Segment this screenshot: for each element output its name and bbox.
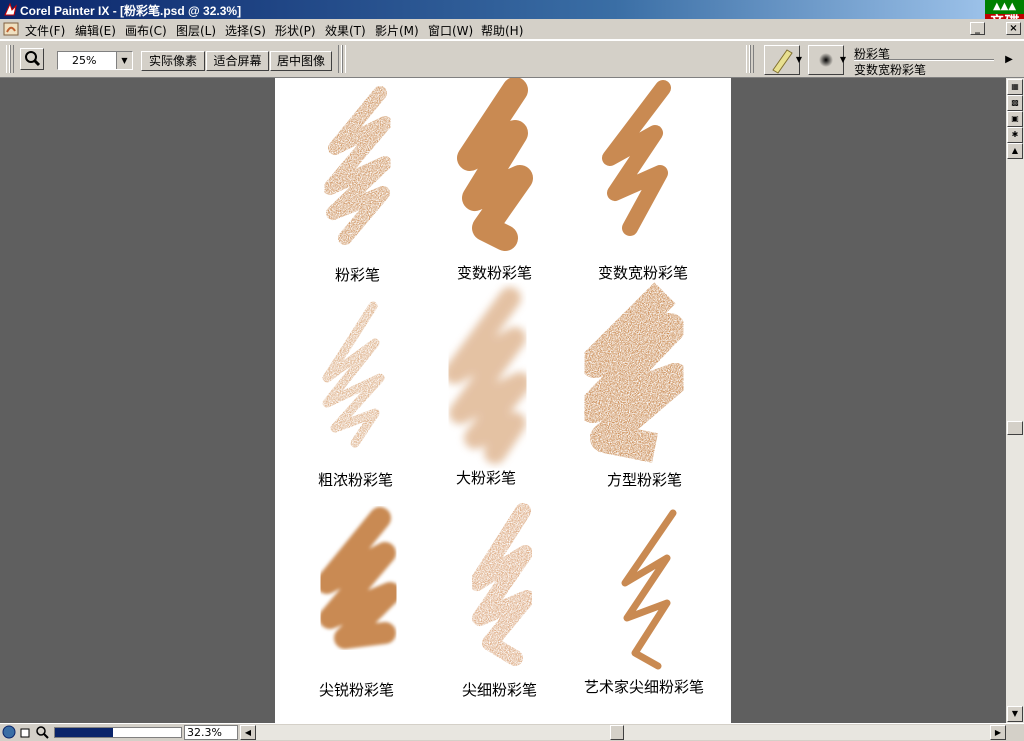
toolbar-grip[interactable]	[6, 45, 14, 73]
fit-screen-button[interactable]: 适合屏幕	[206, 51, 269, 71]
menu-help[interactable]: 帮助(H)	[481, 22, 523, 39]
menu-shapes[interactable]: 形状(P)	[275, 22, 316, 39]
doc-minimize-button[interactable]: _	[970, 22, 985, 35]
label-variable-pastel: 变数粉彩笔	[457, 264, 533, 282]
brush-selector-grip[interactable]	[746, 45, 754, 73]
stroke-square-pastel	[578, 282, 690, 463]
menu-effects[interactable]: 效果(T)	[325, 22, 366, 39]
stroke-sharp-pastel	[316, 507, 401, 649]
doc-close-button[interactable]: ×	[1006, 22, 1021, 35]
menu-canvas[interactable]: 画布(C)	[125, 22, 167, 39]
chevron-down-icon[interactable]: ▼	[794, 45, 804, 75]
label-tapered-pastel: 尖细粉彩笔	[462, 681, 538, 699]
actual-pixels-button[interactable]: 实际像素	[141, 51, 205, 71]
window-title: Corel Painter IX - [粉彩笔.psd @ 32.3%]	[20, 4, 242, 18]
title-bar: Corel Painter IX - [粉彩笔.psd @ 32.3%]	[0, 0, 1024, 19]
horizontal-scrollbar[interactable]: ◀ ▶	[240, 725, 1006, 740]
grabber-icon[interactable]	[18, 725, 32, 739]
status-bar: 32.3% ◀ ▶	[0, 723, 1024, 741]
stroke-tapered-pastel	[469, 503, 535, 666]
stroke-large-pastel	[444, 287, 531, 464]
menu-file[interactable]: 文件(F)	[25, 22, 65, 39]
zoom-level-value: 25%	[72, 54, 97, 67]
document-icon[interactable]	[3, 21, 19, 37]
magnifier-icon[interactable]	[35, 725, 49, 739]
brush-stroke-samples	[316, 78, 690, 670]
zoom-level-select[interactable]: 25% ▼	[57, 51, 133, 70]
menu-bar: 文件(F) 编辑(E) 画布(C) 图层(L) 选择(S) 形状(P) 效果(T…	[0, 19, 1024, 40]
navigator-icon[interactable]: ▦	[1007, 79, 1023, 95]
center-image-button[interactable]: 居中图像	[270, 51, 332, 71]
scroll-up-button[interactable]: ▲	[1007, 143, 1023, 159]
scroll-right-button[interactable]: ▶	[990, 725, 1006, 740]
menu-window[interactable]: 窗口(W)	[428, 22, 473, 39]
magnifier-tool-button[interactable]	[20, 48, 44, 70]
label-thick-pastel: 粗浓粉彩笔	[318, 471, 394, 489]
label-square-pastel: 方型粉彩笔	[607, 471, 683, 489]
label-large-pastel: 大粉彩笔	[456, 469, 517, 487]
menu-movie[interactable]: 影片(M)	[375, 22, 419, 39]
toolbar-separator	[338, 45, 346, 73]
zoom-slider-fill	[55, 728, 113, 737]
stroke-thick-pastel	[322, 301, 385, 448]
scroll-thumb[interactable]	[1007, 421, 1023, 435]
globe-icon[interactable]	[2, 725, 16, 739]
tracing-icon[interactable]: ▣	[1007, 111, 1023, 127]
magnifier-icon	[25, 51, 41, 67]
scroll-down-button[interactable]: ▼	[1007, 706, 1023, 722]
color-management-icon[interactable]: ✱	[1007, 127, 1023, 143]
label-variable-wide-pastel: 变数宽粉彩笔	[598, 264, 689, 282]
brush-variant-name: 变数宽粉彩笔	[854, 63, 927, 77]
grid-icon[interactable]: ▩	[1007, 95, 1023, 111]
zoom-slider[interactable]	[54, 727, 182, 738]
stroke-variable-wide-pastel	[602, 80, 671, 236]
menu-select[interactable]: 选择(S)	[225, 22, 266, 39]
menu-edit[interactable]: 编辑(E)	[75, 22, 116, 39]
scroll-thumb[interactable]	[610, 725, 624, 740]
scroll-left-button[interactable]: ◀	[240, 725, 256, 740]
chevron-down-icon[interactable]: ▼	[838, 45, 848, 75]
menu-layers[interactable]: 图层(L)	[176, 22, 216, 39]
label-sharp-pastel: 尖锐粉彩笔	[319, 681, 395, 699]
stroke-variable-pastel	[457, 78, 533, 251]
label-artist-tapered-pastel: 艺术家尖细粉彩笔	[584, 678, 705, 696]
chevron-right-icon[interactable]: ▶	[1004, 45, 1014, 75]
label-pastel: 粉彩笔	[335, 266, 381, 284]
document-canvas[interactable]: 粉彩笔 变数粉彩笔 变数宽粉彩笔 粗浓粉彩笔 大粉彩笔 方型粉彩笔 尖锐粉彩笔 …	[275, 78, 731, 723]
painter-app-icon	[4, 2, 17, 16]
vertical-scrollbar[interactable]: ▦ ▩ ▣ ✱ ▲ ▼	[1006, 78, 1024, 723]
stroke-artist-tapered-pastel	[621, 509, 677, 670]
zoom-percentage: 32.3%	[184, 725, 238, 740]
chevron-down-icon[interactable]: ▼	[116, 52, 132, 69]
stroke-pastel	[323, 86, 392, 245]
watermark-top: ▲▲▲	[985, 0, 1024, 14]
